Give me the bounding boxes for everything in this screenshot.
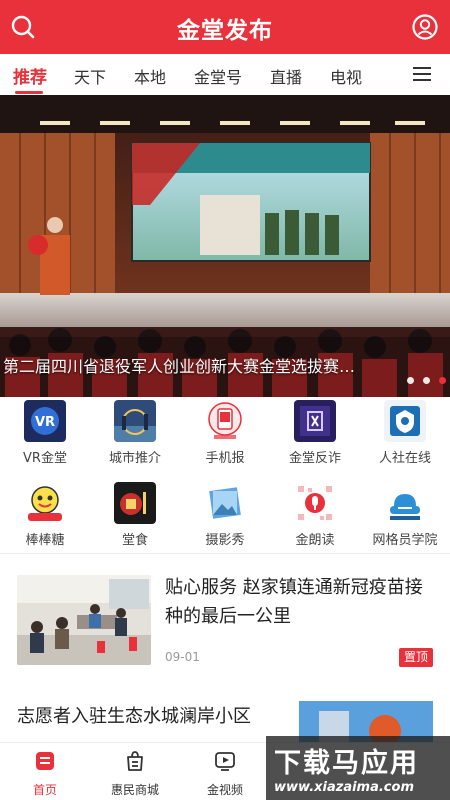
app-label: 棒棒糖 <box>25 533 65 548</box>
home-icon <box>36 752 54 770</box>
news-date: 09-01 <box>165 650 200 664</box>
news-thumbnail[interactable] <box>17 575 151 665</box>
vr-icon: VR <box>24 400 66 442</box>
app-anti-fraud[interactable]: 金堂反诈 <box>270 400 360 466</box>
app-label: VR金堂 <box>23 451 67 466</box>
app-label: 手机报 <box>205 451 245 466</box>
app-photo-show[interactable]: 摄影秀 <box>180 482 270 548</box>
app-reading[interactable]: 金朗读 <box>270 482 360 548</box>
app-label: 摄影秀 <box>205 533 245 548</box>
nav-label: 首页 <box>32 783 57 797</box>
app-lollipop[interactable]: 棒棒糖 <box>0 482 90 548</box>
app-label: 人社在线 <box>378 451 431 466</box>
app-grid-academy[interactable]: 网格员学院 <box>360 482 450 548</box>
tab-tv[interactable]: 电视 <box>330 64 362 88</box>
news-title[interactable]: 志愿者入驻生态水城澜岸小区 <box>17 702 282 731</box>
watermark: 下载马应用 www.xiazaima.com <box>266 736 450 800</box>
pinned-badge: 置顶 <box>399 648 433 667</box>
carousel-dot[interactable] <box>423 377 430 384</box>
app-label: 金堂反诈 <box>288 451 341 466</box>
app-label: 城市推介 <box>108 451 161 466</box>
reading-icon <box>294 482 336 524</box>
app-dine-in[interactable]: 堂食 <box>90 482 180 548</box>
section-divider <box>0 553 450 554</box>
social-security-icon <box>384 400 426 442</box>
nav-label: 惠民商城 <box>110 783 159 797</box>
app-label: 堂食 <box>121 533 148 548</box>
banner-image <box>0 95 450 397</box>
city-icon <box>114 400 156 442</box>
carousel-dot-active[interactable] <box>439 377 446 384</box>
nav-shop[interactable]: 惠民商城 <box>95 749 175 798</box>
app-mobile-paper[interactable]: 手机报 <box>180 400 270 466</box>
app-social-security[interactable]: 人社在线 <box>360 400 450 466</box>
watermark-url: www.xiazaima.com <box>274 780 414 795</box>
tab-local[interactable]: 本地 <box>134 64 166 88</box>
app-vr-jintang[interactable]: VR VR金堂 <box>0 400 90 466</box>
dine-in-icon <box>114 482 156 524</box>
video-icon <box>215 752 235 771</box>
app-city-promo[interactable]: 城市推介 <box>90 400 180 466</box>
news-title[interactable]: 贴心服务 赵家镇连通新冠疫苗接种的最后一公里 <box>165 573 435 631</box>
app-label: 金朗读 <box>295 533 335 548</box>
banner-carousel[interactable]: 第二届四川省退役军人创业创新大赛金堂选拔赛… <box>0 95 450 397</box>
menu-icon[interactable] <box>413 66 431 82</box>
app-label: 网格员学院 <box>372 533 438 548</box>
nav-home[interactable]: 首页 <box>5 749 85 798</box>
nav-video[interactable]: 金视频 <box>185 749 265 798</box>
anti-fraud-icon <box>294 400 336 442</box>
tab-jintang-account[interactable]: 金堂号 <box>194 64 242 88</box>
photo-show-icon <box>204 482 246 524</box>
mobile-paper-icon <box>204 400 246 442</box>
nav-label: 金视频 <box>206 783 243 797</box>
grid-academy-icon <box>384 482 426 524</box>
app-shortcut-grid: VR VR金堂 城市推介 手机报 金堂反诈 人社在线 棒棒糖 堂食 摄影秀 金朗… <box>0 397 450 553</box>
active-tab-indicator <box>15 91 43 94</box>
app-title: 金堂发布 <box>177 18 273 44</box>
carousel-dot[interactable] <box>407 377 414 384</box>
app-header: 金堂发布 <box>0 0 450 54</box>
lollipop-icon <box>24 482 66 524</box>
tab-live[interactable]: 直播 <box>270 64 302 88</box>
channel-tabs: 推荐 天下 本地 金堂号 直播 电视 <box>0 54 450 94</box>
shop-icon <box>127 751 143 771</box>
watermark-title: 下载马应用 <box>274 748 419 779</box>
svg-text:VR: VR <box>35 415 55 430</box>
carousel-dots <box>398 369 446 388</box>
user-icon[interactable] <box>411 13 439 41</box>
tab-world[interactable]: 天下 <box>74 64 106 88</box>
tab-recommend[interactable]: 推荐 <box>13 63 47 88</box>
banner-caption[interactable]: 第二届四川省退役军人创业创新大赛金堂选拔赛… <box>3 353 355 377</box>
